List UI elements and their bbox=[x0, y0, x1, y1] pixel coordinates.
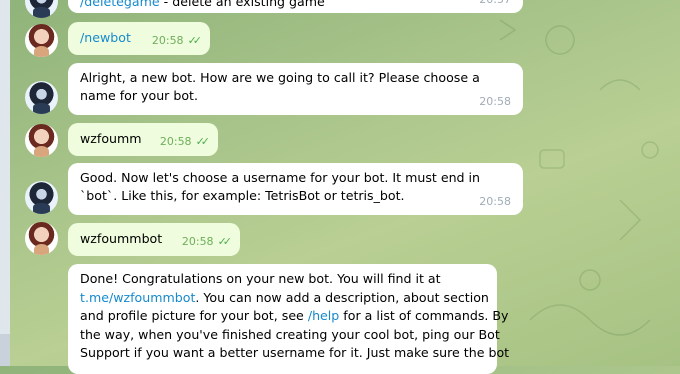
sidebar-notch bbox=[0, 334, 10, 366]
message-text: and profile picture for your bot, see bbox=[80, 308, 308, 323]
message-time: 20:58 bbox=[181, 234, 214, 248]
user-avatar[interactable] bbox=[25, 24, 58, 57]
message-line: Done! Congratulations on your new bot. Y… bbox=[80, 271, 441, 286]
help-command-link[interactable]: /help bbox=[308, 308, 339, 323]
bot-avatar[interactable] bbox=[25, 81, 58, 114]
message-meta: 20:58 ✓✓ bbox=[151, 32, 203, 50]
user-avatar[interactable] bbox=[25, 124, 58, 157]
message-text: for a list of commands. By bbox=[339, 308, 509, 323]
sidebar-edge bbox=[0, 0, 10, 366]
message-time: 20:58 bbox=[479, 194, 511, 208]
message-line: Good. Now let's choose a username for yo… bbox=[80, 170, 481, 185]
message-time: 20:58 bbox=[159, 134, 192, 148]
message-line: Alright, a new bot. How are we going to … bbox=[80, 70, 480, 85]
message-bubble[interactable]: Alright, a new bot. How are we going to … bbox=[68, 63, 523, 115]
bot-avatar[interactable] bbox=[25, 181, 58, 214]
message-time: 20:58 bbox=[151, 33, 184, 47]
message-text: wzfoummbot bbox=[80, 231, 163, 246]
message-text: wzfoumm bbox=[80, 131, 142, 146]
message-line: the way, when you've finished creating y… bbox=[80, 326, 500, 342]
message-line: `bot`. Like this, for example: TetrisBot… bbox=[80, 188, 405, 203]
message-line: Support if you want a better username fo… bbox=[80, 345, 510, 360]
message-bubble[interactable]: wzfoumm 20:58 ✓✓ bbox=[68, 123, 218, 156]
message-meta: 20:58 ✓✓ bbox=[181, 233, 233, 251]
message-text: . You can now add a description, about s… bbox=[195, 289, 489, 305]
bot-link[interactable]: t.me/wzfoummbot bbox=[80, 290, 195, 305]
message-meta: 20:58 ✓✓ bbox=[159, 133, 211, 151]
message-text: - delete an existing game bbox=[159, 0, 325, 9]
message-bubble[interactable]: Good. Now let's choose a username for yo… bbox=[68, 163, 523, 215]
double-check-icon: ✓✓ bbox=[217, 234, 233, 248]
message-bubble[interactable]: /deletegame - delete an existing game 20… bbox=[68, 0, 523, 13]
double-check-icon: ✓✓ bbox=[195, 134, 211, 148]
user-avatar[interactable] bbox=[25, 222, 58, 255]
message-line: and profile picture for your bot, see /h… bbox=[80, 307, 509, 326]
message-text[interactable]: /newbot bbox=[80, 29, 131, 47]
message-bubble[interactable]: /newbot 20:58 ✓✓ bbox=[68, 22, 210, 55]
message-line: t.me/wzfoummbot. You can now add a descr… bbox=[80, 289, 509, 308]
command-link[interactable]: /deletegame bbox=[80, 0, 160, 9]
message-time: 20:57 bbox=[479, 0, 511, 8]
message-bubble[interactable]: wzfoummbot 20:58 ✓✓ bbox=[68, 223, 240, 256]
message-time: 20:58 bbox=[479, 94, 511, 108]
message-bubble[interactable]: Done! Congratulations on your new bot. Y… bbox=[68, 264, 509, 374]
double-check-icon: ✓✓ bbox=[187, 33, 203, 47]
message-line: name for your bot. bbox=[80, 88, 198, 103]
